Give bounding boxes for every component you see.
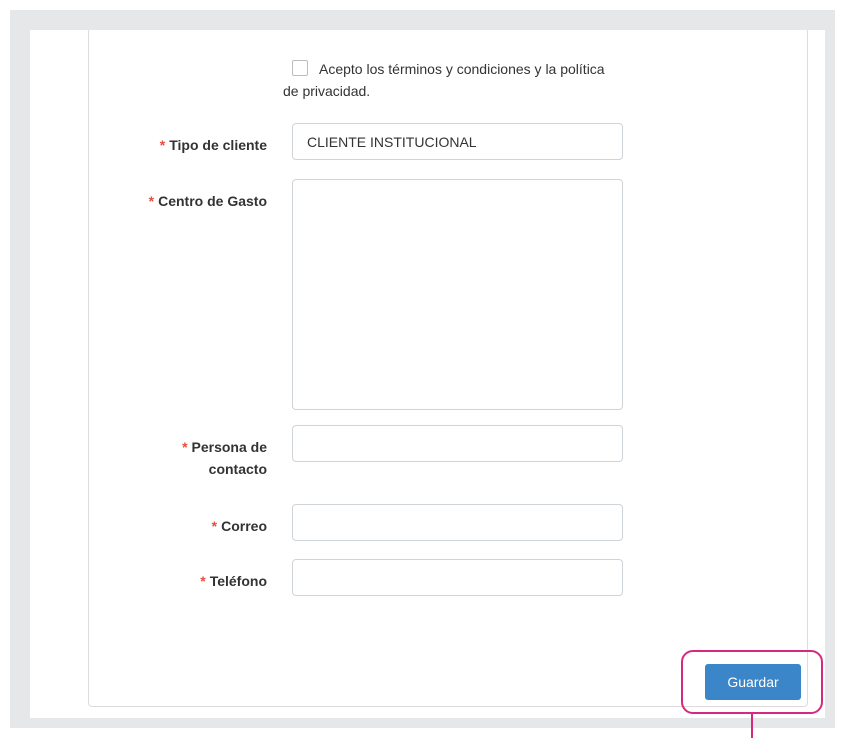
centro-gasto-textarea[interactable] (292, 179, 623, 410)
save-button[interactable]: Guardar (705, 664, 801, 700)
required-mark: * (211, 518, 218, 534)
tipo-cliente-label: * Tipo de cliente (159, 137, 267, 153)
terms-text: Acepto los términos y condiciones y la p… (283, 61, 605, 99)
required-mark: * (148, 193, 155, 209)
highlight-pointer-line (751, 714, 753, 738)
correo-input[interactable] (292, 504, 623, 541)
required-mark: * (159, 137, 166, 153)
telefono-input[interactable] (292, 559, 623, 596)
tipo-cliente-input[interactable] (292, 123, 623, 160)
persona-contacto-input[interactable] (292, 425, 623, 462)
required-mark: * (182, 439, 188, 455)
centro-gasto-label: * Centro de Gasto (148, 193, 267, 209)
required-mark: * (200, 573, 206, 589)
correo-label: * Correo (211, 518, 267, 534)
terms-label: Acepto los términos y condiciones y la p… (283, 58, 613, 102)
persona-contacto-label: * Persona de contacto (182, 439, 267, 477)
telefono-label: * Teléfono (200, 573, 267, 589)
